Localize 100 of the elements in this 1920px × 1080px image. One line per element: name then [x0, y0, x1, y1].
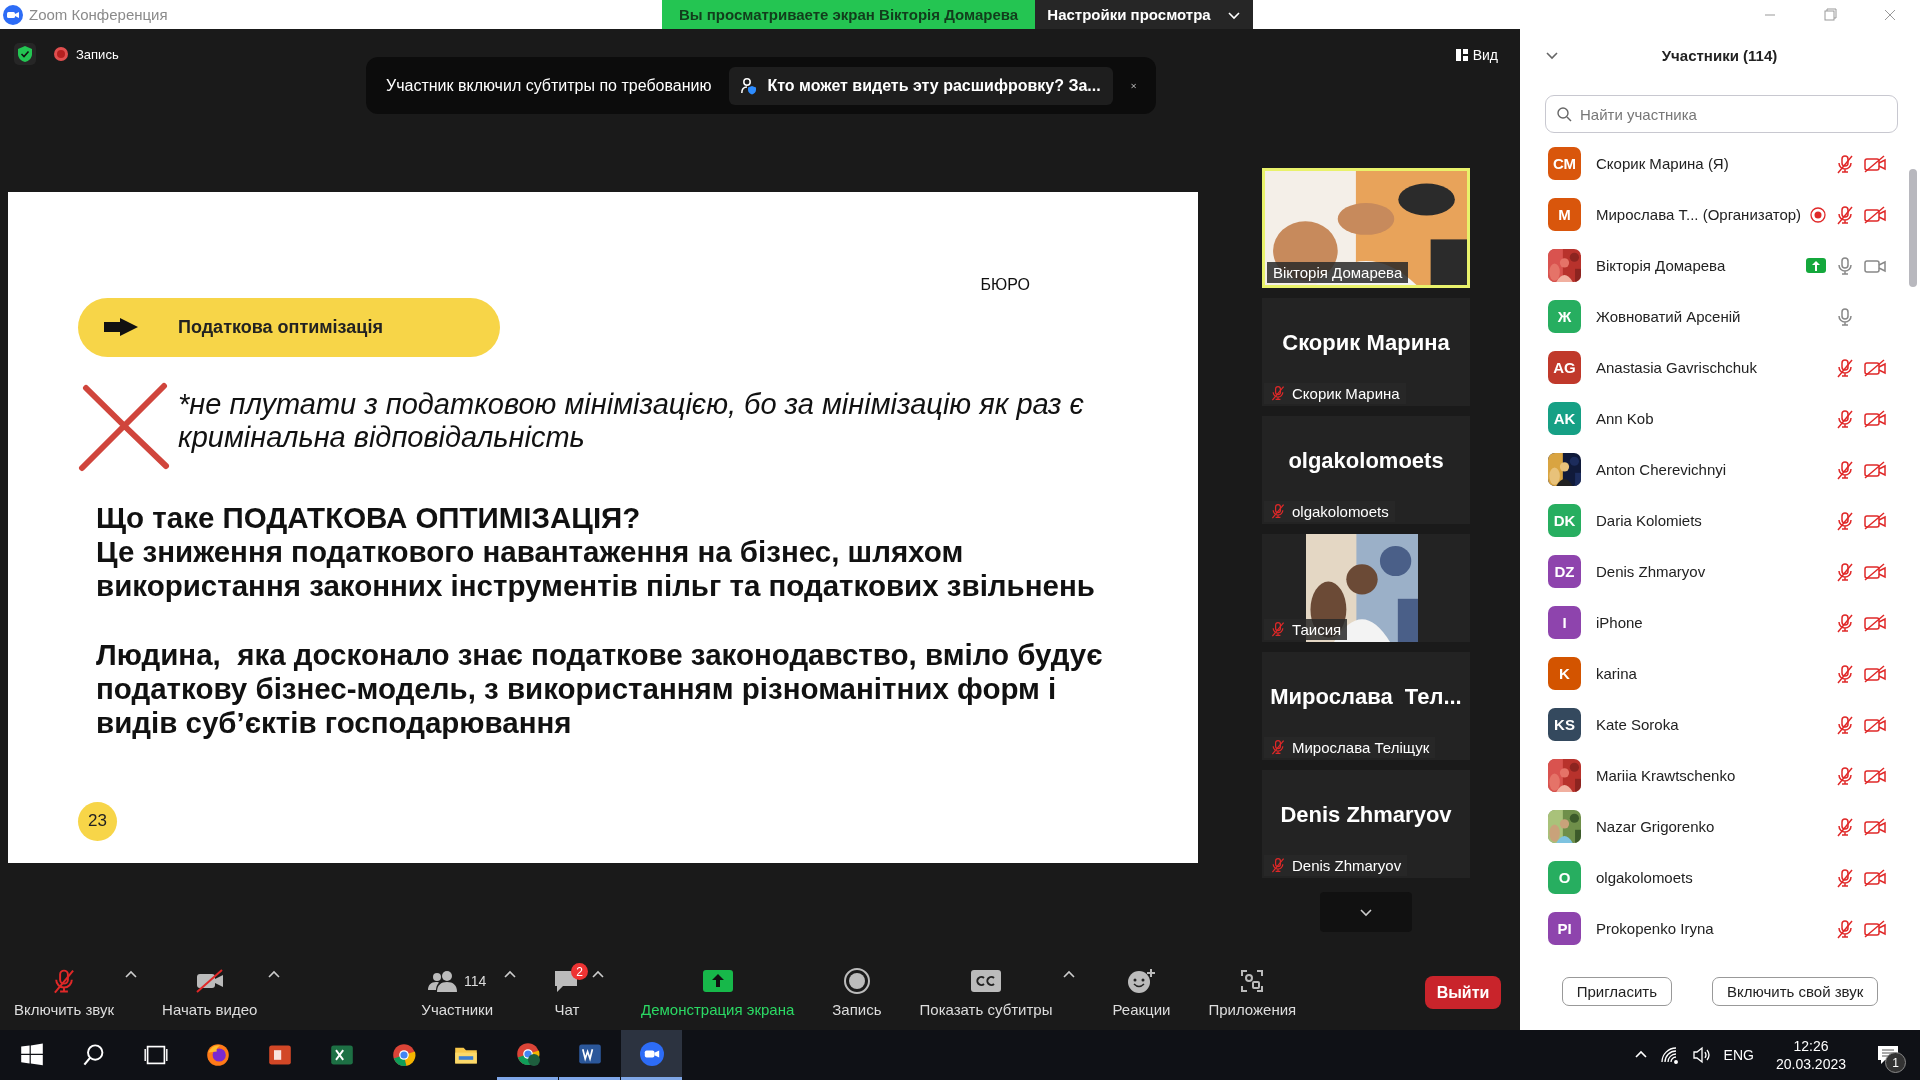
- recording-label: Запись: [76, 46, 119, 62]
- participant-name: olgakolomoets: [1288, 448, 1444, 474]
- toolbar-button[interactable]: Чат 2: [547, 961, 588, 1025]
- participant-row[interactable]: DK Daria Kolomiets: [1520, 495, 1920, 546]
- emoji-add-icon: [1127, 968, 1156, 995]
- participant-name: iPhone: [1596, 614, 1643, 631]
- participant-name: Скорик Марина: [1282, 330, 1450, 356]
- participant-name: Nazar Grigorenko: [1596, 818, 1715, 835]
- avatar: DZ: [1548, 555, 1581, 588]
- name-label: Denis Zhmaryov: [1264, 855, 1408, 876]
- slide-paragraph: Це зниження податкового навантаження на бізнес, шляхом використання законних інструментів пільг та податкових звільнень: [96, 535, 1096, 603]
- participant-name: Вікторія Домарева: [1596, 257, 1726, 274]
- participant-row[interactable]: Nazar Grigorenko: [1520, 801, 1920, 852]
- toolbar-button[interactable]: Начать видео: [156, 961, 264, 1025]
- slide-title: Податкова оптимізація: [178, 317, 383, 338]
- toolbar-button[interactable]: Запись: [826, 961, 888, 1025]
- clock-date[interactable]: 20.03.2023: [1775, 1056, 1846, 1072]
- speaker-icon[interactable]: [1691, 1046, 1712, 1064]
- browser-icon: [205, 1043, 230, 1067]
- shield-icon: [18, 46, 32, 62]
- participant-name: Ann Kob: [1596, 410, 1654, 427]
- participant-row[interactable]: PI Prokopenko Iryna: [1520, 903, 1920, 954]
- search-field[interactable]: Найти участника: [1545, 95, 1898, 133]
- participant-row[interactable]: СМ Скорик Марина (Я): [1520, 138, 1920, 189]
- participant-name: olgakolomoets: [1596, 869, 1693, 886]
- scrollbar[interactable]: [1909, 169, 1917, 287]
- panel-button[interactable]: Включить свой звук: [1712, 976, 1879, 1006]
- avatar: М: [1548, 198, 1581, 231]
- panel-title: Участники (114): [1660, 46, 1779, 64]
- participant-row[interactable]: Mariia Krawtschenko: [1520, 750, 1920, 801]
- participant-name: Denis Zhmaryov: [1596, 563, 1706, 580]
- name-label: Скорик Марина: [1264, 383, 1406, 404]
- people-icon: [428, 970, 459, 993]
- security-badge[interactable]: [14, 43, 36, 65]
- avatar: DK: [1548, 504, 1581, 537]
- view-button[interactable]: Вид: [1449, 43, 1504, 67]
- note-text: *не плутати з податковою мінімізацією, бо за мінімізацію як раз є кримінальна відповідальність: [178, 388, 1085, 454]
- captions-icon: [971, 970, 1001, 993]
- avatar: AG: [1548, 351, 1581, 384]
- toolbar-button[interactable]: Включить звук: [8, 961, 121, 1025]
- clock-time[interactable]: 12:26: [1793, 1038, 1829, 1054]
- participant-name: Жовноватий Арсеній: [1596, 308, 1741, 325]
- view-settings-button[interactable]: Настройки просмотра: [1035, 0, 1253, 29]
- page-number: 23: [78, 802, 117, 841]
- toolbar-button[interactable]: 114 Участники: [415, 961, 500, 1025]
- slide-paragraph: Людина, яка досконало знає податкове законодавство, вміло будує податкову бізнес-модель, з використанням різноманітних форм і видів суб’єктів господарювання: [96, 638, 1104, 740]
- avatar: СМ: [1548, 147, 1581, 180]
- toolbar-button[interactable]: Показать субтитры: [913, 961, 1059, 1025]
- participant-row[interactable]: I iPhone: [1520, 597, 1920, 648]
- participant-row[interactable]: Ж Жовноватий Арсеній: [1520, 291, 1920, 342]
- app-logo-icon: [3, 4, 23, 25]
- avatar: I: [1548, 606, 1581, 639]
- participant-row[interactable]: O olgakolomoets: [1520, 852, 1920, 903]
- name-label: Вікторія Домарева: [1267, 262, 1409, 283]
- apps-icon: [1240, 969, 1265, 994]
- record-dot-icon: [54, 47, 68, 61]
- record-icon: [843, 968, 870, 995]
- document-app-icon: [577, 1041, 602, 1066]
- participant-name: Мирослава Т... (Организатор): [1596, 206, 1802, 223]
- participant-row[interactable]: Anton Cherevichnyi: [1520, 444, 1920, 495]
- sharing-banner: Вы просматриваете экран Вікторія Домарева: [662, 0, 1035, 29]
- participant-row[interactable]: Вікторія Домарева: [1520, 240, 1920, 291]
- toast-message: Участник включил субтитры по требованию: [386, 76, 712, 95]
- participant-name: Скорик Марина (Я): [1596, 155, 1729, 172]
- participant-name: Kate Soroka: [1596, 716, 1679, 733]
- participant-row[interactable]: AK Ann Kob: [1520, 393, 1920, 444]
- panel-button[interactable]: Пригласить: [1561, 976, 1673, 1006]
- avatar: PI: [1548, 912, 1581, 945]
- toolbar-button[interactable]: Приложения: [1202, 961, 1303, 1025]
- participant-name: Mariia Krawtschenko: [1596, 767, 1736, 784]
- grid-icon: [1455, 49, 1468, 61]
- leave-button[interactable]: Выйти: [1425, 976, 1501, 1010]
- language-indicator[interactable]: ENG: [1723, 1047, 1754, 1063]
- participant-count: 114: [464, 973, 487, 990]
- close-icon[interactable]: [1883, 7, 1897, 22]
- avatar: KS: [1548, 708, 1581, 741]
- participant-name: Denis Zhmaryov: [1280, 802, 1452, 828]
- arrow-icon: [104, 318, 138, 337]
- participant-row[interactable]: DZ Denis Zhmaryov: [1520, 546, 1920, 597]
- video-app-icon: [639, 1041, 664, 1066]
- task-view-icon: [143, 1043, 168, 1067]
- participant-row[interactable]: AG Anastasia Gavrischchuk: [1520, 342, 1920, 393]
- spreadsheet-app-icon: [329, 1043, 354, 1067]
- participant-name: Daria Kolomiets: [1596, 512, 1702, 529]
- participant-name: Мирослава Тел...: [1270, 684, 1462, 710]
- collapse-icon[interactable]: [1545, 49, 1559, 61]
- browser-icon: [515, 1041, 540, 1066]
- participant-row[interactable]: K karina: [1520, 648, 1920, 699]
- share-screen-button[interactable]: Демонстрация экрана: [635, 961, 801, 1025]
- browser-icon: [391, 1043, 416, 1067]
- window-title: Zoom Конференция: [29, 6, 168, 23]
- toolbar-button[interactable]: Реакции: [1106, 961, 1177, 1025]
- name-label: Таисия: [1264, 619, 1348, 640]
- user-shield-icon: [741, 76, 758, 95]
- transcript-info-button[interactable]: Кто может видеть эту расшифровку? За...: [729, 66, 1113, 105]
- participant-row[interactable]: KS Kate Soroka: [1520, 699, 1920, 750]
- presentation-app-icon: [267, 1043, 292, 1067]
- participant-row[interactable]: М Мирослава Т... (Организатор): [1520, 189, 1920, 240]
- taskbar-button[interactable]: [621, 1030, 682, 1080]
- wifi-icon[interactable]: [1659, 1046, 1680, 1064]
